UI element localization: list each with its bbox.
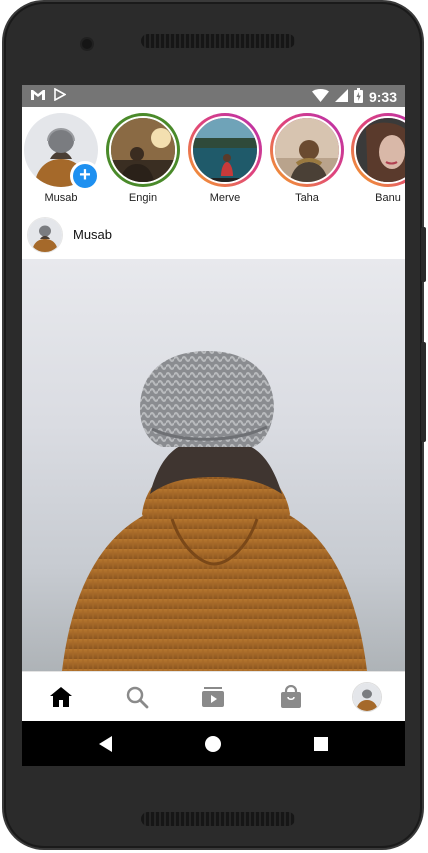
- gmail-icon: [30, 89, 46, 104]
- story-avatar: [354, 116, 405, 184]
- story-name: Merve: [209, 192, 241, 204]
- video-icon[interactable]: [198, 682, 228, 712]
- earpiece-speaker: [141, 34, 295, 48]
- post-header: Musab: [22, 213, 405, 257]
- status-bar: 9:33: [22, 85, 405, 107]
- signal-icon: [334, 89, 348, 105]
- story-avatar: [191, 116, 259, 184]
- bottom-navigation: [22, 671, 405, 722]
- story-engin[interactable]: Engin: [104, 113, 182, 204]
- story-avatar-ring: [270, 113, 344, 187]
- story-name: Musab: [44, 192, 78, 204]
- story-musab[interactable]: + Musab: [22, 113, 100, 204]
- power-button: [421, 342, 426, 442]
- story-name: Taha: [295, 192, 319, 204]
- home-button[interactable]: [202, 733, 224, 755]
- status-time: 9:33: [368, 89, 397, 105]
- search-icon[interactable]: [122, 682, 152, 712]
- system-navigation-bar: [22, 721, 405, 766]
- back-button[interactable]: [95, 733, 117, 755]
- add-story-button[interactable]: +: [70, 161, 100, 191]
- story-merve[interactable]: Merve: [186, 113, 264, 204]
- story-avatar: [109, 116, 177, 184]
- post-author-name[interactable]: Musab: [73, 227, 112, 242]
- story-avatar-ring: [188, 113, 262, 187]
- story-name: Engin: [128, 192, 158, 204]
- front-camera: [82, 39, 92, 49]
- story-name: Banu: [375, 192, 401, 204]
- recents-button[interactable]: [310, 733, 332, 755]
- shop-icon[interactable]: [276, 682, 306, 712]
- post-author-avatar[interactable]: [27, 217, 63, 253]
- home-icon[interactable]: [46, 682, 76, 712]
- volume-button: [421, 227, 426, 282]
- post-image[interactable]: [22, 259, 405, 671]
- stories-row[interactable]: + Musab Engin Merve Taha Banu: [22, 107, 405, 209]
- phone-screen: 9:33 + Musab Engin Merve Taha Banu Musab: [22, 85, 405, 766]
- story-taha[interactable]: Taha: [268, 113, 346, 204]
- story-avatar: [273, 116, 341, 184]
- battery-icon: [353, 88, 363, 106]
- story-avatar-ring: [106, 113, 180, 187]
- bottom-speaker: [141, 812, 295, 826]
- story-avatar-ring: [351, 113, 405, 187]
- story-avatar-ring: +: [24, 113, 100, 191]
- play-store-icon: [54, 87, 67, 104]
- profile-avatar[interactable]: [352, 682, 382, 712]
- wifi-icon: [311, 89, 329, 105]
- story-banu[interactable]: Banu: [349, 113, 405, 204]
